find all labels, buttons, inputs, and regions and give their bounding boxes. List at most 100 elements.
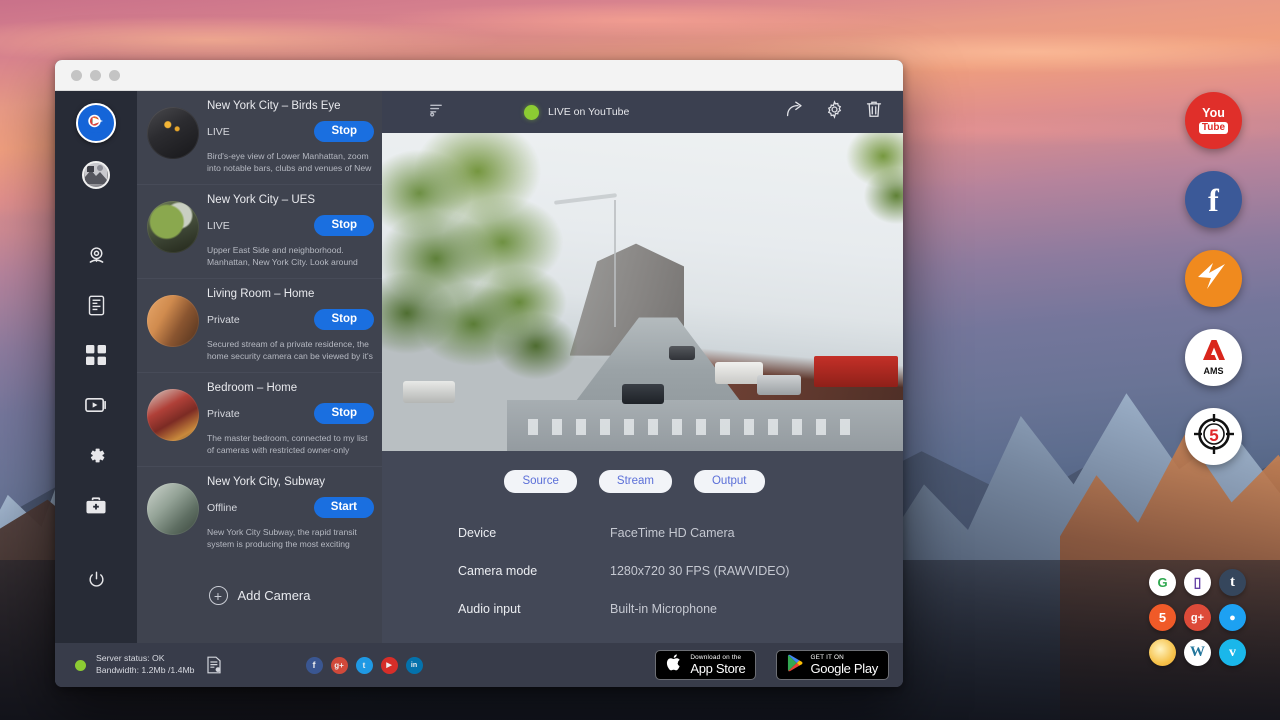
- camera-title: New York City – Birds Eye: [207, 100, 374, 112]
- window-titlebar: [55, 60, 903, 91]
- close-button[interactable]: [71, 70, 82, 81]
- video-preview[interactable]: [382, 133, 903, 451]
- sidebar-item-device-list[interactable]: [76, 285, 116, 325]
- info-row-camera-mode: Camera mode 1280x720 30 FPS (RAWVIDEO): [458, 564, 903, 578]
- vimeo-icon[interactable]: v: [1219, 639, 1246, 666]
- main-topbar: LIVE on YouTube: [382, 91, 903, 133]
- grabyo-icon[interactable]: G: [1149, 569, 1176, 596]
- camera-status-row: LIVE Stop: [207, 215, 374, 236]
- info-value: 1280x720 30 FPS (RAWVIDEO): [610, 564, 789, 578]
- sidebar-item-grid-view[interactable]: [76, 335, 116, 375]
- camera-title: Bedroom – Home: [207, 382, 374, 394]
- camera-toggle-button[interactable]: Stop: [314, 215, 374, 236]
- camera-toggle-button[interactable]: Stop: [314, 309, 374, 330]
- camera-toggle-button[interactable]: Stop: [314, 403, 374, 424]
- camera-toggle-button[interactable]: Start: [314, 497, 374, 518]
- maximize-button[interactable]: [109, 70, 120, 81]
- video-car: [403, 381, 455, 403]
- video-frame: [382, 133, 903, 451]
- camera-title: Living Room – Home: [207, 288, 374, 300]
- target-five-icon: 5: [1191, 411, 1237, 462]
- camera-list-item[interactable]: Bedroom – Home Private Stop The master b…: [137, 373, 382, 467]
- camera-info: New York City, Subway Offline Start New …: [207, 476, 374, 551]
- livestream-five-icon[interactable]: 5: [1149, 604, 1176, 631]
- camera-status: Offline: [207, 502, 237, 514]
- tumblr-icon[interactable]: t: [1219, 569, 1246, 596]
- camera-description: Bird's-eye view of Lower Manhattan, zoom…: [207, 151, 374, 175]
- camera-info: Living Room – Home Private Stop Secured …: [207, 288, 374, 363]
- google-play-text: GET IT ON Google Play: [810, 655, 878, 675]
- sun-icon[interactable]: [1149, 639, 1176, 666]
- google-plus-icon[interactable]: g+: [331, 657, 348, 674]
- youtube-icon[interactable]: ▶: [381, 657, 398, 674]
- share-button[interactable]: [781, 99, 807, 125]
- sidebar-item-first-aid[interactable]: [76, 485, 116, 525]
- twitter-icon[interactable]: ●: [1219, 604, 1246, 631]
- social-cell: W: [1180, 635, 1215, 670]
- dock-item-target-five[interactable]: 5: [1185, 408, 1242, 465]
- camera-title: New York City, Subway: [207, 476, 374, 488]
- video-streetlamp-post: [614, 200, 616, 327]
- sidebar-item-settings[interactable]: [76, 435, 116, 475]
- dock-item-wowza[interactable]: [1185, 250, 1242, 307]
- dock-item-facebook[interactable]: f: [1185, 171, 1242, 228]
- sidebar-item-app-logo[interactable]: [76, 103, 116, 143]
- camera-info: New York City – Birds Eye LIVE Stop Bird…: [207, 100, 374, 175]
- google-play-badge[interactable]: GET IT ON Google Play: [776, 650, 889, 680]
- social-icon-grid: G ▯ t 5 g+ ● W v: [1145, 565, 1250, 670]
- twitch-icon[interactable]: ▯: [1184, 569, 1211, 596]
- social-cell: [1145, 635, 1180, 670]
- camera-info: New York City – UES LIVE Stop Upper East…: [207, 194, 374, 269]
- app-window: New York City – Birds Eye LIVE Stop Bird…: [55, 60, 903, 687]
- camera-thumbnail: [147, 201, 199, 253]
- facebook-icon: f: [1208, 184, 1219, 216]
- social-cell: ▯: [1180, 565, 1215, 600]
- sidebar-item-webcam[interactable]: [76, 235, 116, 275]
- twitter-icon[interactable]: t: [356, 657, 373, 674]
- statusbar-social-links: f g+ t ▶ in: [306, 657, 423, 674]
- document-icon[interactable]: [206, 656, 222, 674]
- facebook-icon[interactable]: f: [306, 657, 323, 674]
- sidebar-item-user-avatar[interactable]: [82, 161, 110, 189]
- dock-item-adobe-ams[interactable]: AMS: [1185, 329, 1242, 386]
- source-info-table: Device FaceTime HD Camera Camera mode 12…: [382, 493, 903, 640]
- add-camera-button[interactable]: + Add Camera: [137, 560, 382, 605]
- server-status-dot: [75, 660, 86, 671]
- sidebar: [55, 91, 137, 643]
- camera-toggle-button[interactable]: Stop: [314, 121, 374, 142]
- delete-button[interactable]: [861, 99, 887, 125]
- app-store-badge[interactable]: Download on the App Store: [655, 650, 756, 680]
- camera-thumbnail: [147, 107, 199, 159]
- video-car: [669, 346, 695, 360]
- camera-list-item[interactable]: New York City – Birds Eye LIVE Stop Bird…: [137, 91, 382, 185]
- settings-tabs: Source Stream Output: [382, 451, 903, 493]
- tab-source[interactable]: Source: [504, 470, 576, 493]
- power-icon: [87, 570, 106, 589]
- sidebar-item-video-library[interactable]: [76, 385, 116, 425]
- google-plus-icon[interactable]: g+: [1184, 604, 1211, 631]
- gear-icon: [86, 445, 107, 466]
- camera-thumbnail: [147, 295, 199, 347]
- dock-item-youtube[interactable]: You Tube: [1185, 92, 1242, 149]
- linkedin-icon[interactable]: in: [406, 657, 423, 674]
- social-cell: g+: [1180, 600, 1215, 635]
- right-dock: You Tube f AMS: [1185, 92, 1242, 465]
- tab-stream[interactable]: Stream: [599, 470, 672, 493]
- avatar-icon: [85, 162, 107, 189]
- grid-icon: [86, 345, 106, 365]
- sort-button[interactable]: [424, 100, 448, 124]
- youtube-icon: You Tube: [1199, 107, 1228, 134]
- device-icon: [87, 295, 106, 316]
- gear-icon: [825, 100, 844, 124]
- camera-list-item[interactable]: Living Room – Home Private Stop Secured …: [137, 279, 382, 373]
- wordpress-icon[interactable]: W: [1184, 639, 1211, 666]
- camera-list-item[interactable]: New York City – UES LIVE Stop Upper East…: [137, 185, 382, 279]
- camera-list[interactable]: New York City – Birds Eye LIVE Stop Bird…: [137, 91, 382, 643]
- svg-text:5: 5: [1209, 426, 1218, 445]
- tab-output[interactable]: Output: [694, 470, 765, 493]
- minimize-button[interactable]: [90, 70, 101, 81]
- sidebar-item-power[interactable]: [76, 559, 116, 599]
- settings-button[interactable]: [821, 99, 847, 125]
- camera-list-item[interactable]: New York City, Subway Offline Start New …: [137, 467, 382, 560]
- app-store-text: Download on the App Store: [690, 655, 745, 675]
